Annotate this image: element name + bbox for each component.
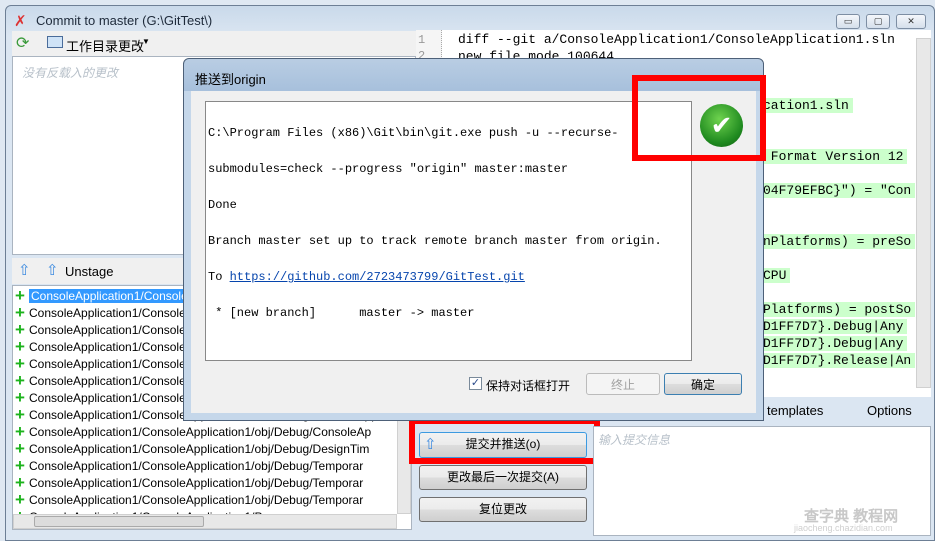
added-icon: + xyxy=(15,439,25,458)
diff-added-line: Platforms) = postSo xyxy=(763,302,916,317)
output-line: Done xyxy=(208,198,237,212)
diff-added-line: D1FF7D7}.Release|An xyxy=(763,353,916,368)
unstaged-toolbar: ⟳ 工作目录更改 ▼ xyxy=(12,31,416,56)
file-path: ConsoleApplication1/ConsoleApplication1/… xyxy=(29,493,364,507)
unstage-button[interactable]: Unstage xyxy=(65,264,113,279)
maximize-button[interactable]: ▢ xyxy=(866,14,890,29)
keep-open-checkbox[interactable]: ✓ xyxy=(469,377,482,390)
amend-button[interactable]: 更改最后一次提交(A) xyxy=(419,465,587,490)
added-icon: + xyxy=(15,286,25,305)
file-list-item[interactable]: + ConsoleApplication1/ConsoleApplication1… xyxy=(15,456,364,475)
message-placeholder: 输入提交信息 xyxy=(598,433,671,447)
unstage-icon: ⇧ xyxy=(46,262,59,279)
line-number: 1 xyxy=(418,33,426,47)
abort-button[interactable]: 终止 xyxy=(586,373,660,395)
added-icon: + xyxy=(15,303,25,322)
added-icon: + xyxy=(15,388,25,407)
scrollbar-thumb[interactable] xyxy=(34,516,204,527)
close-button[interactable]: ✕ xyxy=(896,14,926,29)
added-icon: + xyxy=(15,320,25,339)
ok-button[interactable]: 确定 xyxy=(664,373,742,395)
added-icon: + xyxy=(15,456,25,475)
highlight-box xyxy=(409,418,600,464)
minimize-button[interactable]: ▭ xyxy=(836,14,860,29)
file-list-item[interactable]: + ConsoleApplication1/ConsoleApplication1… xyxy=(15,473,364,492)
diff-added-line: D1FF7D7}.Debug|Any xyxy=(763,336,908,351)
added-icon: + xyxy=(15,371,25,390)
output-line: * [new branch] master -> master xyxy=(208,306,475,320)
added-icon: + xyxy=(15,405,25,424)
unstage-all-icon[interactable]: ⇧ xyxy=(18,261,31,279)
git-extensions-icon: ✗ xyxy=(14,13,27,30)
working-dir-dropdown[interactable]: 工作目录更改 xyxy=(66,36,144,55)
diff-added-line: nPlatforms) = preSo xyxy=(763,234,916,249)
added-icon: + xyxy=(15,337,25,356)
diff-added-line: CPU xyxy=(763,268,791,283)
diff-added-line: Format Version 12 xyxy=(763,149,908,164)
output-log[interactable]: C:\Program Files (x86)\Git\bin\git.exe p… xyxy=(205,101,692,361)
added-icon: + xyxy=(15,490,25,509)
remote-url-link[interactable]: https://github.com/2723473799/GitTest.gi… xyxy=(230,270,525,284)
dialog-title: 推送到origin xyxy=(195,72,266,87)
diff-added-line: cation1.sln xyxy=(763,98,853,113)
file-path: ConsoleApplication1/ConsoleApplication1/… xyxy=(29,425,372,439)
file-path: ConsoleApplication1/ConsoleApplication1/… xyxy=(29,476,364,490)
output-line: submodules=check --progress "origin" mas… xyxy=(208,162,569,176)
keep-open-label: 保持对话框打开 xyxy=(486,379,571,393)
output-line: Branch master set up to track remote bra… xyxy=(208,234,662,248)
diff-scrollbar[interactable] xyxy=(916,38,931,388)
refresh-icon[interactable]: ⟳ xyxy=(16,33,29,53)
watermark-url: jiaocheng.chazidian.com xyxy=(794,523,893,533)
working-dir-icon xyxy=(47,36,63,48)
added-icon: + xyxy=(15,422,25,441)
added-icon: + xyxy=(15,473,25,492)
commit-message-input[interactable]: 输入提交信息 查字典 教程网 jiaocheng.chazidian.com xyxy=(593,426,931,536)
templates-dropdown[interactable]: templates xyxy=(767,403,823,418)
file-list-item[interactable]: + ConsoleApplication1/ConsoleApplication1… xyxy=(15,439,370,458)
diff-added-line: D1FF7D7}.Debug|Any xyxy=(763,319,908,334)
horizontal-scrollbar[interactable] xyxy=(13,514,397,529)
output-to: To xyxy=(208,270,230,284)
chevron-down-icon[interactable]: ▼ xyxy=(142,37,150,46)
options-dropdown[interactable]: Options xyxy=(867,403,912,418)
window-title: Commit to master (G:\GitTest\) xyxy=(36,13,213,28)
output-line: C:\Program Files (x86)\Git\bin\git.exe p… xyxy=(208,126,619,140)
diff-added-line: 04F79EFBC}") = "Con xyxy=(763,183,916,198)
highlight-box xyxy=(632,75,766,161)
diff-line: diff --git a/ConsoleApplication1/Console… xyxy=(458,32,895,47)
file-path: ConsoleApplication1/ConsoleApplication1/… xyxy=(29,442,370,456)
file-list-item[interactable]: + ConsoleApplication1/ConsoleApplication1… xyxy=(15,490,364,509)
file-path: ConsoleApplication1/ConsoleApplication1/… xyxy=(29,459,364,473)
empty-placeholder: 没有反载入的更改 xyxy=(22,66,119,80)
file-list-item[interactable]: + ConsoleApplication1/ConsoleApplication1… xyxy=(15,422,372,441)
reset-button[interactable]: 复位更改 xyxy=(419,497,587,522)
added-icon: + xyxy=(15,354,25,373)
